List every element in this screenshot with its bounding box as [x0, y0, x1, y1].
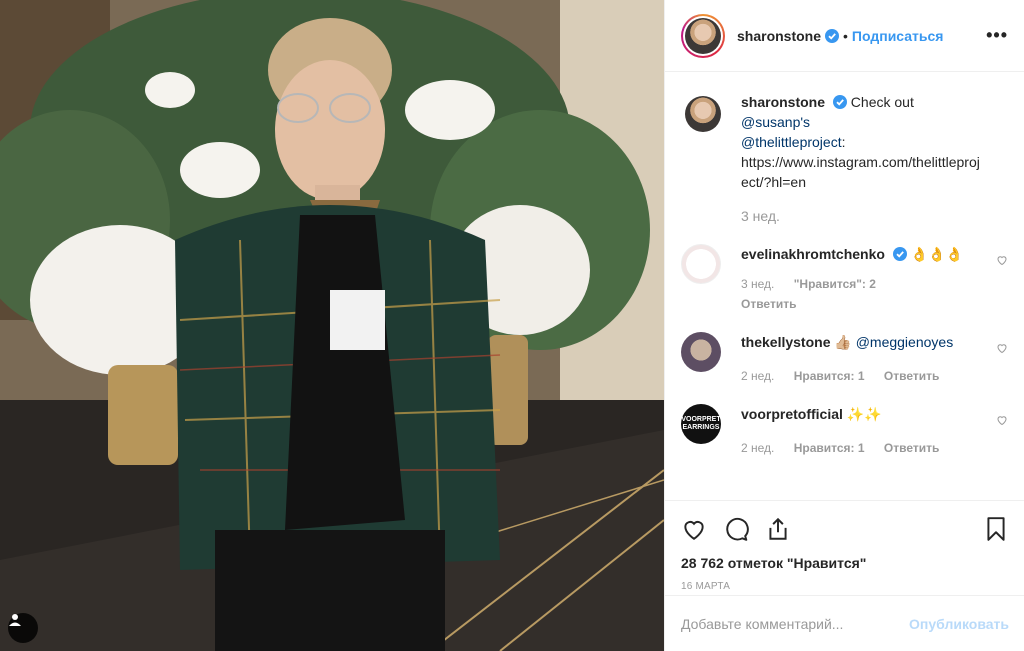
verified-badge-icon [892, 247, 907, 261]
author-username[interactable]: sharonstone [737, 28, 821, 44]
comment-input[interactable] [681, 615, 910, 632]
comment-item: evelinakhromtchenko 👌👌👌 3 нед. "Нравится… [681, 244, 1008, 314]
caption-text: Check out [850, 94, 914, 110]
bookmark-icon[interactable] [983, 516, 1009, 542]
comment-body: evelinakhromtchenko 👌👌👌 3 нед. "Нравится… [741, 244, 1008, 314]
caption-url: https://www.instagram.com/thelittleproje… [741, 154, 980, 190]
caption-time[interactable]: 3 нед. [741, 206, 980, 226]
commenter-avatar[interactable] [681, 332, 721, 372]
comment-time[interactable]: 2 нед. [741, 369, 774, 383]
comment-meta: 2 нед. Нравится: 1 Ответить [741, 366, 980, 386]
likes-count[interactable]: 28 762 отметок "Нравится" [681, 555, 1009, 571]
add-comment-bar: Опубликовать [665, 595, 1024, 651]
comment-meta: 2 нед. Нравится: 1 Ответить [741, 438, 980, 458]
mention-link[interactable]: @meggienoyes [856, 334, 954, 350]
comment-time[interactable]: 2 нед. [741, 441, 774, 455]
post-actions-area: 28 762 отметок "Нравится" 16 МАРТА [665, 500, 1024, 592]
verified-badge-icon [825, 28, 840, 43]
comment-text: 👌👌👌 [910, 246, 964, 262]
share-icon[interactable] [765, 516, 791, 542]
reply-button[interactable]: Ответить [884, 441, 939, 455]
caption-username[interactable]: sharonstone [741, 94, 825, 110]
commenter-username[interactable]: voorpretofficial [741, 406, 843, 422]
heart-icon[interactable] [681, 516, 707, 542]
reply-button[interactable]: Ответить [741, 294, 980, 314]
comment-meta: 3 нед. "Нравится": 2 [741, 274, 980, 294]
comment-item: VOORPRET EARRINGS voorpretofficial ✨✨ 2 … [681, 404, 1008, 458]
commenter-avatar[interactable] [681, 244, 721, 284]
header-separator: • [843, 27, 848, 44]
more-options-icon[interactable]: ••• [986, 25, 1008, 46]
mention-link[interactable]: @thelittleproject [741, 134, 842, 150]
commenter-username[interactable]: thekellystone [741, 334, 830, 350]
user-tag-button[interactable] [8, 613, 38, 643]
comment-likes[interactable]: Нравится: 1 [794, 441, 865, 455]
reply-button[interactable]: Ответить [884, 369, 939, 383]
mention-link[interactable]: @susanp's [741, 114, 810, 130]
comment-text: ✨✨ [846, 406, 882, 422]
photo-illustration [0, 0, 664, 651]
caption-avatar[interactable] [681, 92, 725, 136]
commenter-username[interactable]: evelinakhromtchenko [741, 246, 885, 262]
like-comment-heart-icon[interactable] [996, 254, 1008, 266]
comment-item: thekellystone 👍🏼 @meggienoyes 2 нед. Нра… [681, 332, 1008, 386]
post-caption: sharonstone Check out @susanp's @thelitt… [681, 92, 1008, 226]
like-comment-heart-icon[interactable] [996, 342, 1008, 354]
post-date[interactable]: 16 МАРТА [681, 581, 1009, 592]
comment-time[interactable]: 3 нед. [741, 277, 774, 291]
verified-badge-icon [832, 95, 847, 109]
comment-likes[interactable]: Нравится: 1 [794, 369, 865, 383]
comments-list: sharonstone Check out @susanp's @thelitt… [665, 72, 1024, 492]
post-photo[interactable] [0, 0, 664, 651]
comment-likes[interactable]: "Нравится": 2 [794, 277, 876, 291]
follow-button[interactable]: Подписаться [852, 28, 944, 44]
commenter-avatar[interactable]: VOORPRET EARRINGS [681, 404, 721, 444]
action-bar [681, 511, 1009, 547]
comment-body: voorpretofficial ✨✨ 2 нед. Нравится: 1 О… [741, 404, 1008, 458]
publish-button[interactable]: Опубликовать [909, 616, 1009, 632]
like-comment-heart-icon[interactable] [996, 414, 1008, 426]
user-tag-icon [9, 614, 21, 626]
post-side-panel: sharonstone • Подписаться ••• sharonston… [664, 0, 1024, 651]
author-avatar[interactable] [681, 13, 725, 58]
comment-icon[interactable] [723, 516, 749, 542]
post-header: sharonstone • Подписаться ••• [665, 0, 1024, 72]
caption-body: sharonstone Check out @susanp's @thelitt… [741, 92, 1008, 226]
comment-body: thekellystone 👍🏼 @meggienoyes 2 нед. Нра… [741, 332, 1008, 386]
comment-text: 👍🏼 [834, 334, 856, 350]
caption-colon: : [841, 134, 846, 150]
